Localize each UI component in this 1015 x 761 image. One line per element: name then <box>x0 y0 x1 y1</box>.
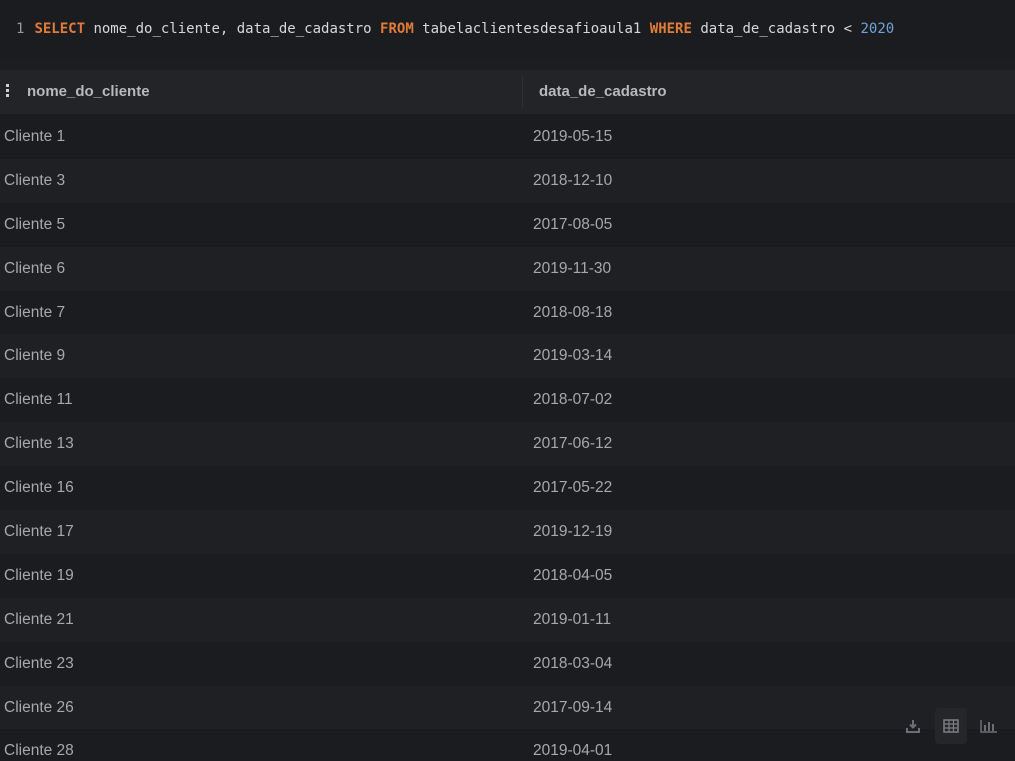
sql-number: 2020 <box>860 21 895 37</box>
cell-data-de-cadastro[interactable]: 2018-08-18 <box>533 291 612 335</box>
cell-data-de-cadastro[interactable]: 2017-06-12 <box>533 422 612 466</box>
results-table: nome_do_cliente data_de_cadastro Cliente… <box>0 70 1015 761</box>
cell-data-de-cadastro[interactable]: 2019-03-14 <box>533 334 612 378</box>
chart-view-button[interactable] <box>973 708 1005 744</box>
sql-identifier: data_de_cadastro < <box>691 21 861 37</box>
cell-nome-do-cliente[interactable]: Cliente 9 <box>4 334 65 378</box>
table-row[interactable]: Cliente 17 2019-12-19 <box>0 510 1015 554</box>
cell-nome-do-cliente[interactable]: Cliente 3 <box>4 159 65 203</box>
table-row[interactable]: Cliente 7 2018-08-18 <box>0 290 1015 335</box>
cell-data-de-cadastro[interactable]: 2019-01-11 <box>533 598 611 642</box>
cell-data-de-cadastro[interactable]: 2019-12-19 <box>533 510 612 554</box>
download-icon <box>906 720 920 733</box>
code-line[interactable]: 1 SELECT nome_do_cliente, data_de_cadastr… <box>16 20 894 38</box>
table-row[interactable]: Cliente 23 2018-03-04 <box>0 641 1015 686</box>
cell-nome-do-cliente[interactable]: Cliente 19 <box>4 554 74 598</box>
download-button[interactable] <box>897 708 929 744</box>
line-number: 1 <box>16 21 25 37</box>
table-view-button[interactable] <box>935 708 967 744</box>
column-resize-handle[interactable] <box>522 76 523 108</box>
table-icon <box>943 719 959 733</box>
table-row[interactable]: Cliente 9 2019-03-14 <box>0 334 1015 379</box>
cell-nome-do-cliente[interactable]: Cliente 23 <box>4 642 74 686</box>
cell-data-de-cadastro[interactable]: 2017-09-14 <box>533 686 612 730</box>
table-row[interactable]: Cliente 16 2017-05-22 <box>0 466 1015 511</box>
table-row[interactable]: Cliente 6 2019-11-30 <box>0 246 1015 291</box>
cell-data-de-cadastro[interactable]: 2018-07-02 <box>533 378 612 422</box>
table-row[interactable]: Cliente 1 2019-05-15 <box>0 115 1015 159</box>
app-root: 1 SELECT nome_do_cliente, data_de_cadastr… <box>0 0 1015 761</box>
table-body: Cliente 1 2019-05-15 Cliente 3 2018-12-10 Cl… <box>0 115 1015 761</box>
column-header-nome-do-cliente[interactable]: nome_do_cliente <box>27 70 150 114</box>
table-row[interactable]: Cliente 3 2018-12-10 <box>0 158 1015 203</box>
cell-nome-do-cliente[interactable]: Cliente 26 <box>4 686 74 730</box>
cell-data-de-cadastro[interactable]: 2018-03-04 <box>533 642 612 686</box>
results-toolbar <box>897 708 1005 744</box>
cell-data-de-cadastro[interactable]: 2019-05-15 <box>533 115 612 159</box>
table-header: nome_do_cliente data_de_cadastro <box>0 70 1015 115</box>
sql-identifier: nome_do_cliente, data_de_cadastro <box>85 21 381 37</box>
table-row[interactable]: Cliente 11 2018-07-02 <box>0 378 1015 423</box>
bar-chart-icon <box>980 720 997 733</box>
cell-data-de-cadastro[interactable]: 2017-08-05 <box>533 203 612 247</box>
table-row[interactable]: Cliente 28 2019-04-01 <box>0 729 1015 761</box>
cell-nome-do-cliente[interactable]: Cliente 1 <box>4 115 65 159</box>
cell-nome-do-cliente[interactable]: Cliente 6 <box>4 247 65 291</box>
sql-keyword: FROM <box>380 21 414 37</box>
sql-identifier: tabelaclientesdesafioaula1 <box>413 21 650 37</box>
column-header-data-de-cadastro[interactable]: data_de_cadastro <box>539 70 667 114</box>
results-separator <box>0 58 1015 70</box>
cell-nome-do-cliente[interactable]: Cliente 5 <box>4 203 65 247</box>
sql-editor[interactable]: 1 SELECT nome_do_cliente, data_de_cadastr… <box>0 0 1015 58</box>
cell-nome-do-cliente[interactable]: Cliente 11 <box>4 378 73 422</box>
cell-data-de-cadastro[interactable]: 2019-04-01 <box>533 729 612 761</box>
sql-keyword: WHERE <box>649 21 692 37</box>
cell-data-de-cadastro[interactable]: 2018-12-10 <box>533 159 612 203</box>
table-row[interactable]: Cliente 13 2017-06-12 <box>0 422 1015 467</box>
cell-nome-do-cliente[interactable]: Cliente 13 <box>4 422 74 466</box>
sql-keyword: SELECT <box>34 21 86 37</box>
cell-nome-do-cliente[interactable]: Cliente 21 <box>4 598 74 642</box>
cell-data-de-cadastro[interactable]: 2018-04-05 <box>533 554 612 598</box>
cell-data-de-cadastro[interactable]: 2019-11-30 <box>533 247 611 291</box>
cell-nome-do-cliente[interactable]: Cliente 7 <box>4 291 65 335</box>
table-row[interactable]: Cliente 26 2017-09-14 <box>0 685 1015 730</box>
table-row[interactable]: Cliente 21 2019-01-11 <box>0 597 1015 642</box>
cell-nome-do-cliente[interactable]: Cliente 17 <box>4 510 74 554</box>
cell-nome-do-cliente[interactable]: Cliente 16 <box>4 466 74 510</box>
table-row[interactable]: Cliente 5 2017-08-05 <box>0 202 1015 247</box>
cell-nome-do-cliente[interactable]: Cliente 28 <box>4 729 74 761</box>
column-menu-icon[interactable] <box>6 84 10 100</box>
sql-query[interactable]: SELECT nome_do_cliente, data_de_cadastro… <box>34 21 894 37</box>
cell-data-de-cadastro[interactable]: 2017-05-22 <box>533 466 612 510</box>
table-row[interactable]: Cliente 19 2018-04-05 <box>0 553 1015 598</box>
